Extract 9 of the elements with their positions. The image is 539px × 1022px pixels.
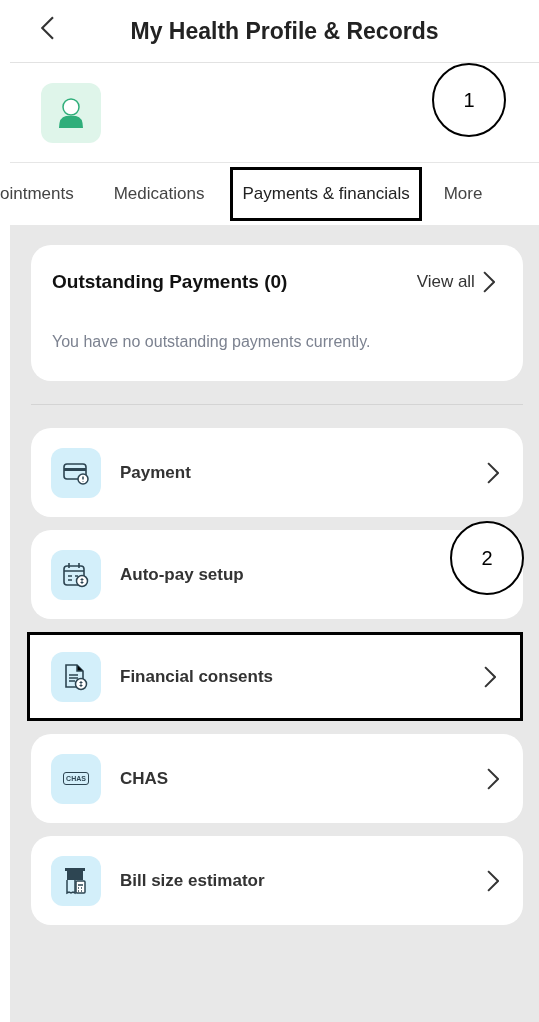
page-title: My Health Profile & Records [129,17,439,45]
callout-overlay: 1 [432,63,506,137]
menu-label: CHAS [120,768,170,789]
empty-message: You have no outstanding payments currently. [52,333,372,351]
card-title: Outstanding Payments (0) [52,271,288,293]
menu-label: Financial consents [120,666,275,687]
menu-label: Payment [120,462,192,483]
menu-label: Bill size estimator [120,870,266,891]
menu-label: Auto-pay setup [120,564,245,585]
